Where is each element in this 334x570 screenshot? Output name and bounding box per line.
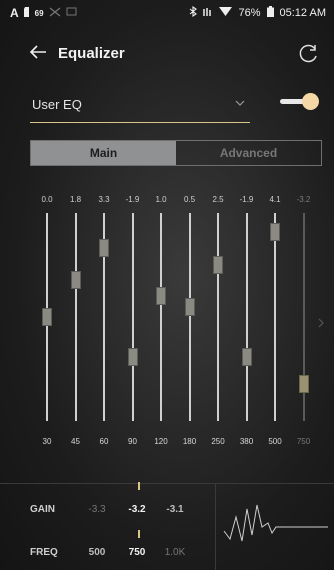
- clock: 05:12 AM: [279, 7, 326, 19]
- usb-icon: [49, 7, 61, 20]
- band-slider-handle[interactable]: [42, 308, 52, 326]
- eq-band-3[interactable]: -1.9 90: [122, 195, 144, 455]
- band-track[interactable]: [74, 213, 77, 421]
- status-right: 76% 05:12 AM: [189, 5, 326, 20]
- selected-marker: [138, 530, 140, 538]
- band-slider-handle[interactable]: [241, 347, 252, 366]
- band-gain-label: -3.2: [296, 195, 311, 204]
- gain-row[interactable]: GAIN -3.3 -3.2 -3.1: [0, 496, 210, 526]
- selected-marker: [138, 482, 140, 490]
- eq-band-1[interactable]: 1.8 45: [65, 195, 87, 455]
- band-slider-handle[interactable]: [127, 347, 138, 366]
- band-frequency-label: 750: [296, 437, 311, 446]
- eq-band-8[interactable]: 4.1 500: [264, 195, 286, 455]
- band-slider-handle[interactable]: [270, 222, 280, 241]
- preset-dropdown[interactable]: User EQ: [30, 92, 250, 123]
- eq-enable-toggle[interactable]: [280, 93, 320, 111]
- tab-main[interactable]: Main: [31, 141, 176, 165]
- band-track[interactable]: [245, 213, 248, 421]
- eq-band-9[interactable]: -3.2 750: [293, 195, 315, 455]
- wifi-icon: [219, 6, 233, 20]
- band-track[interactable]: [274, 213, 276, 421]
- band-slider-handle[interactable]: [70, 270, 81, 289]
- chevron-down-icon: [235, 100, 245, 106]
- page-title: Equalizer: [58, 45, 125, 62]
- band-slider-handle[interactable]: [99, 239, 109, 258]
- eq-band-5[interactable]: 0.5 180: [179, 195, 201, 455]
- equalizer-screen: A 69 76% 05:12 AM Equalizer User EQ Main…: [0, 0, 334, 570]
- freq-current[interactable]: 750: [120, 547, 154, 558]
- gain-next[interactable]: -3.1: [158, 504, 192, 515]
- arrow-left-icon: [29, 45, 46, 59]
- band-track[interactable]: [160, 213, 162, 421]
- refresh-icon: [299, 44, 317, 63]
- band-track[interactable]: [131, 213, 134, 421]
- eq-curve-preview: [215, 483, 334, 570]
- refresh-button[interactable]: [298, 43, 320, 65]
- status-left: A 69: [10, 6, 77, 20]
- freq-label: FREQ: [30, 547, 58, 558]
- equalizer-status-icon: [203, 7, 213, 20]
- eq-band-2[interactable]: 3.3 60: [93, 195, 115, 455]
- battery-percent: 76%: [238, 7, 261, 19]
- chevron-right-icon[interactable]: [318, 318, 324, 328]
- sd-card-icon: [23, 6, 30, 20]
- gain-prev[interactable]: -3.3: [80, 504, 114, 515]
- band-slider-handle[interactable]: [298, 374, 309, 393]
- preset-label: User EQ: [32, 97, 82, 112]
- band-track[interactable]: [188, 213, 191, 421]
- status-bar: A 69 76% 05:12 AM: [0, 0, 334, 26]
- band-track[interactable]: [217, 213, 219, 421]
- eq-band-4[interactable]: 1.0 120: [150, 195, 172, 455]
- gain-current[interactable]: -3.2: [120, 504, 154, 515]
- gain-label: GAIN: [30, 504, 55, 515]
- freq-next[interactable]: 1.0K: [158, 547, 192, 558]
- waveform-icon: [223, 504, 328, 542]
- freq-row[interactable]: FREQ 500 750 1.0K: [0, 539, 210, 569]
- band-slider-handle[interactable]: [184, 297, 195, 316]
- eq-band-sliders: 0.0 30 1.8 45 3.3 60 -1.9 90 1.0 120 0.5 180 2.5 250-…: [30, 195, 320, 455]
- tab-advanced[interactable]: Advanced: [176, 141, 321, 165]
- carrier-letter: A: [10, 6, 19, 20]
- battery-icon: [266, 6, 274, 20]
- eq-band-7[interactable]: -1.9 380: [236, 195, 258, 455]
- back-button[interactable]: [28, 42, 48, 62]
- battery-small: 69: [34, 8, 44, 18]
- eq-band-0[interactable]: 0.0 30: [36, 195, 58, 455]
- band-slider-handle[interactable]: [213, 256, 223, 274]
- band-slider-handle[interactable]: [156, 287, 166, 306]
- eq-tabs: Main Advanced: [30, 140, 322, 166]
- bluetooth-icon: [189, 5, 198, 20]
- eq-band-6[interactable]: 2.5 250: [207, 195, 229, 455]
- freq-prev[interactable]: 500: [80, 547, 114, 558]
- toggle-knob: [302, 93, 319, 110]
- cast-icon: [66, 7, 77, 20]
